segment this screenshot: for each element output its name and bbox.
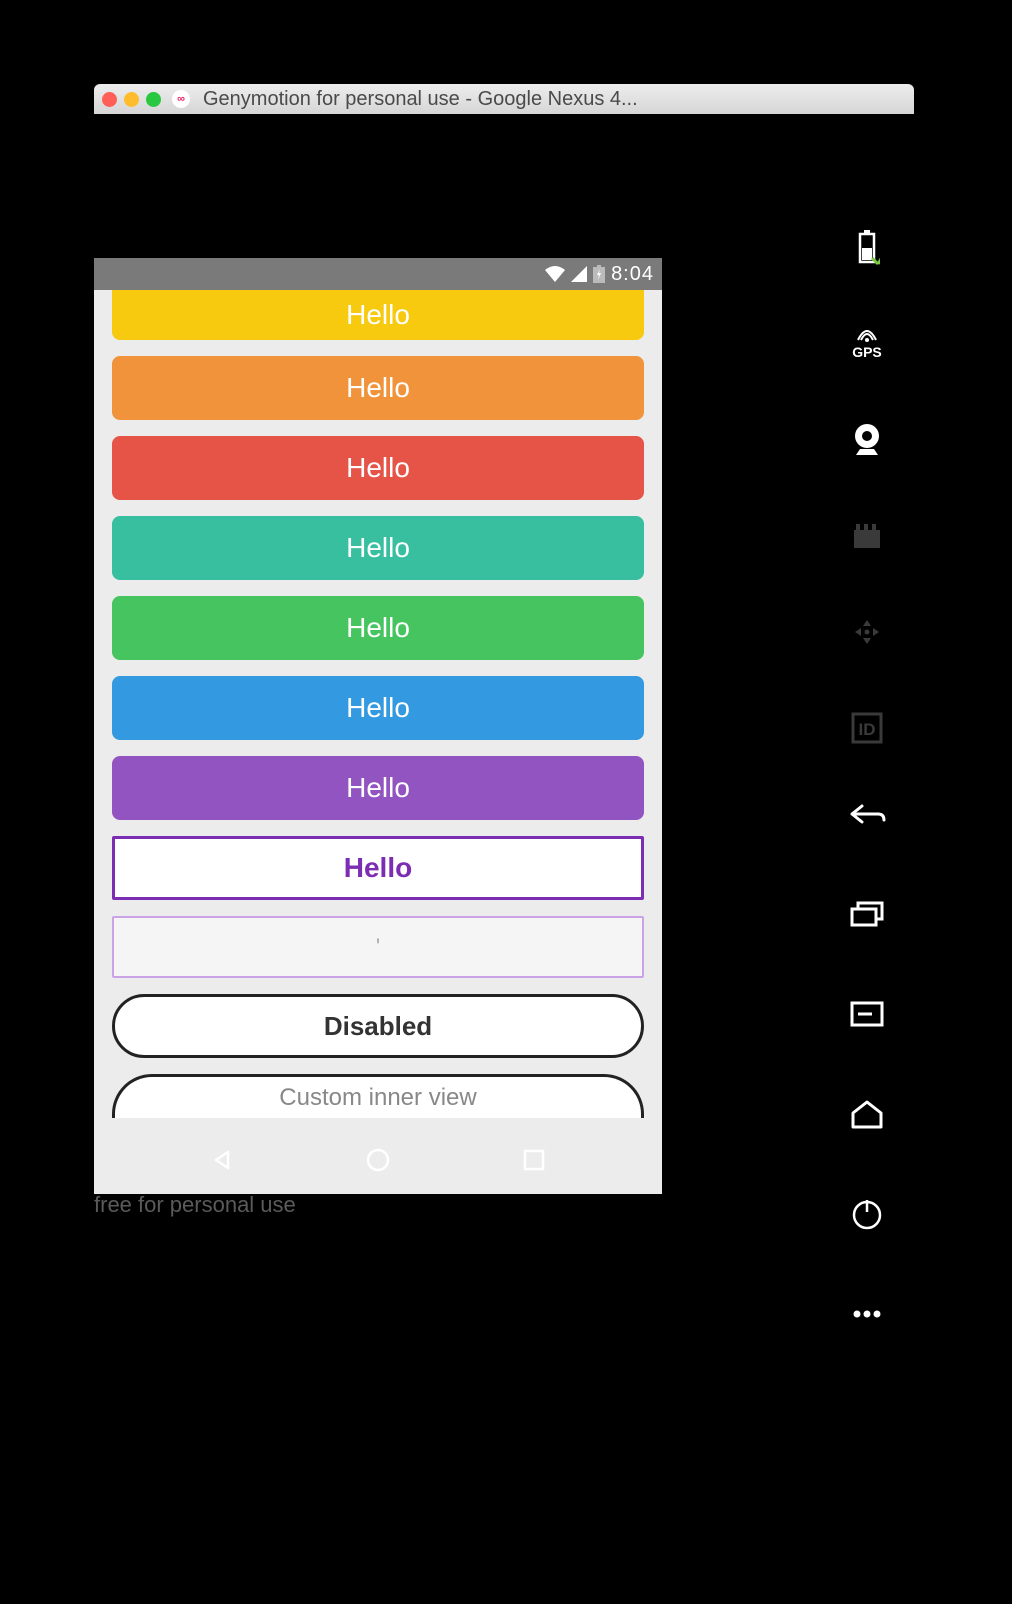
webcam-tool-icon[interactable] (847, 420, 887, 460)
home-button[interactable] (364, 1146, 392, 1174)
window-title: Genymotion for personal use - Google Nex… (203, 88, 638, 111)
minimize-icon[interactable] (124, 92, 139, 107)
emulator-body: 8:04 Hello Hello Hello Hello Hello Hello… (94, 114, 914, 1394)
genymotion-app-icon: ∞ (172, 90, 190, 108)
status-bar-clock: 8:04 (611, 263, 654, 286)
more-tool-icon[interactable] (847, 1294, 887, 1334)
identifier-tool-icon[interactable]: ID (847, 708, 887, 748)
hello-button-amber[interactable]: Hello (112, 290, 644, 340)
disabled-button: Disabled (112, 994, 644, 1058)
back-tool-icon[interactable] (847, 794, 887, 834)
app-content: Hello Hello Hello Hello Hello Hello Hell… (94, 290, 662, 1194)
window-titlebar: ∞ Genymotion for personal use - Google N… (94, 84, 914, 114)
emulator-window: ∞ Genymotion for personal use - Google N… (94, 84, 914, 1394)
back-button[interactable] (208, 1146, 236, 1174)
maximize-icon[interactable] (146, 92, 161, 107)
hello-button-purple[interactable]: Hello (112, 756, 644, 820)
hello-button-blue[interactable]: Hello (112, 676, 644, 740)
signal-icon (571, 266, 587, 282)
recent-apps-button[interactable] (520, 1146, 548, 1174)
battery-charging-icon (593, 265, 605, 283)
android-nav-bar (94, 1134, 662, 1186)
hello-button-outlined[interactable]: Hello (112, 836, 644, 900)
svg-text:ID: ID (859, 720, 876, 739)
menu-tool-icon[interactable] (847, 994, 887, 1034)
genymotion-toolbar: GPS ID (842, 228, 892, 748)
close-icon[interactable] (102, 92, 117, 107)
hello-button-orange[interactable]: Hello (112, 356, 644, 420)
hello-button-green[interactable]: Hello (112, 596, 644, 660)
home-tool-icon[interactable] (847, 1094, 887, 1134)
button-outlined-light[interactable]: ' (112, 916, 644, 978)
screencast-tool-icon[interactable] (847, 516, 887, 556)
remote-control-tool-icon[interactable] (847, 612, 887, 652)
battery-tool-icon[interactable] (847, 228, 887, 268)
wifi-icon (545, 266, 565, 282)
android-status-bar: 8:04 (94, 258, 662, 290)
device-screen: 8:04 Hello Hello Hello Hello Hello Hello… (94, 258, 662, 1194)
custom-inner-view-button[interactable]: Custom inner view (112, 1074, 644, 1118)
recent-tool-icon[interactable] (847, 894, 887, 934)
hello-button-red[interactable]: Hello (112, 436, 644, 500)
gps-tool-icon[interactable]: GPS (847, 324, 887, 364)
footer-text: free for personal use (94, 1192, 296, 1218)
power-tool-icon[interactable] (847, 1194, 887, 1234)
genymotion-nav-toolbar (842, 794, 892, 1334)
hello-button-teal[interactable]: Hello (112, 516, 644, 580)
